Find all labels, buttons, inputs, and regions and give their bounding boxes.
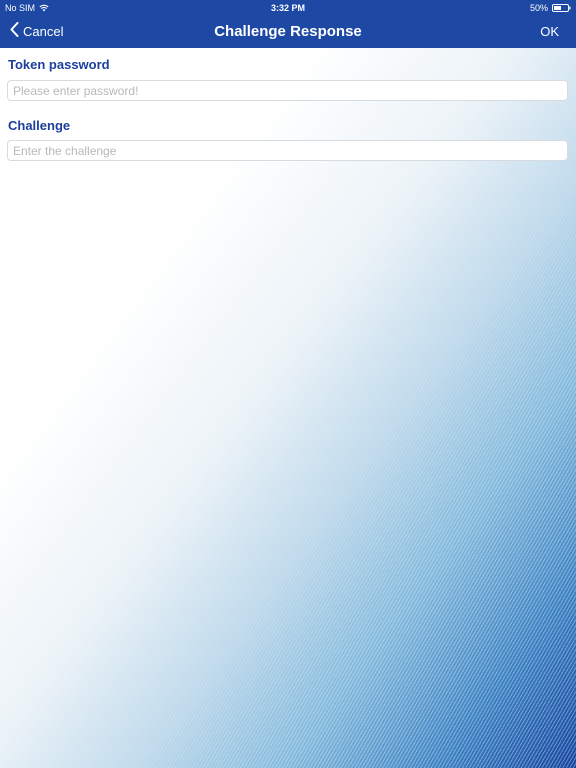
status-right: 50% xyxy=(530,0,571,16)
status-bar: No SIM 3:32 PM 50% xyxy=(0,0,576,16)
status-time: 3:32 PM xyxy=(270,3,305,13)
challenge-input[interactable] xyxy=(7,140,568,161)
ok-button[interactable]: OK xyxy=(540,22,559,42)
challenge-label: Challenge xyxy=(8,118,71,133)
page-title: Challenge Response xyxy=(214,23,362,40)
token-password-label: Token password xyxy=(8,57,110,72)
nav-bar: Cancel Challenge Response OK xyxy=(0,16,576,48)
header: No SIM 3:32 PM 50% Cancel Challenge Resp… xyxy=(0,0,576,48)
background-lines xyxy=(0,0,576,768)
challenge-response-screen: No SIM 3:32 PM 50% Cancel Challenge Resp… xyxy=(0,0,576,768)
battery-icon xyxy=(552,4,571,12)
battery-percent: 50% xyxy=(529,3,548,13)
token-password-input[interactable] xyxy=(7,80,568,101)
